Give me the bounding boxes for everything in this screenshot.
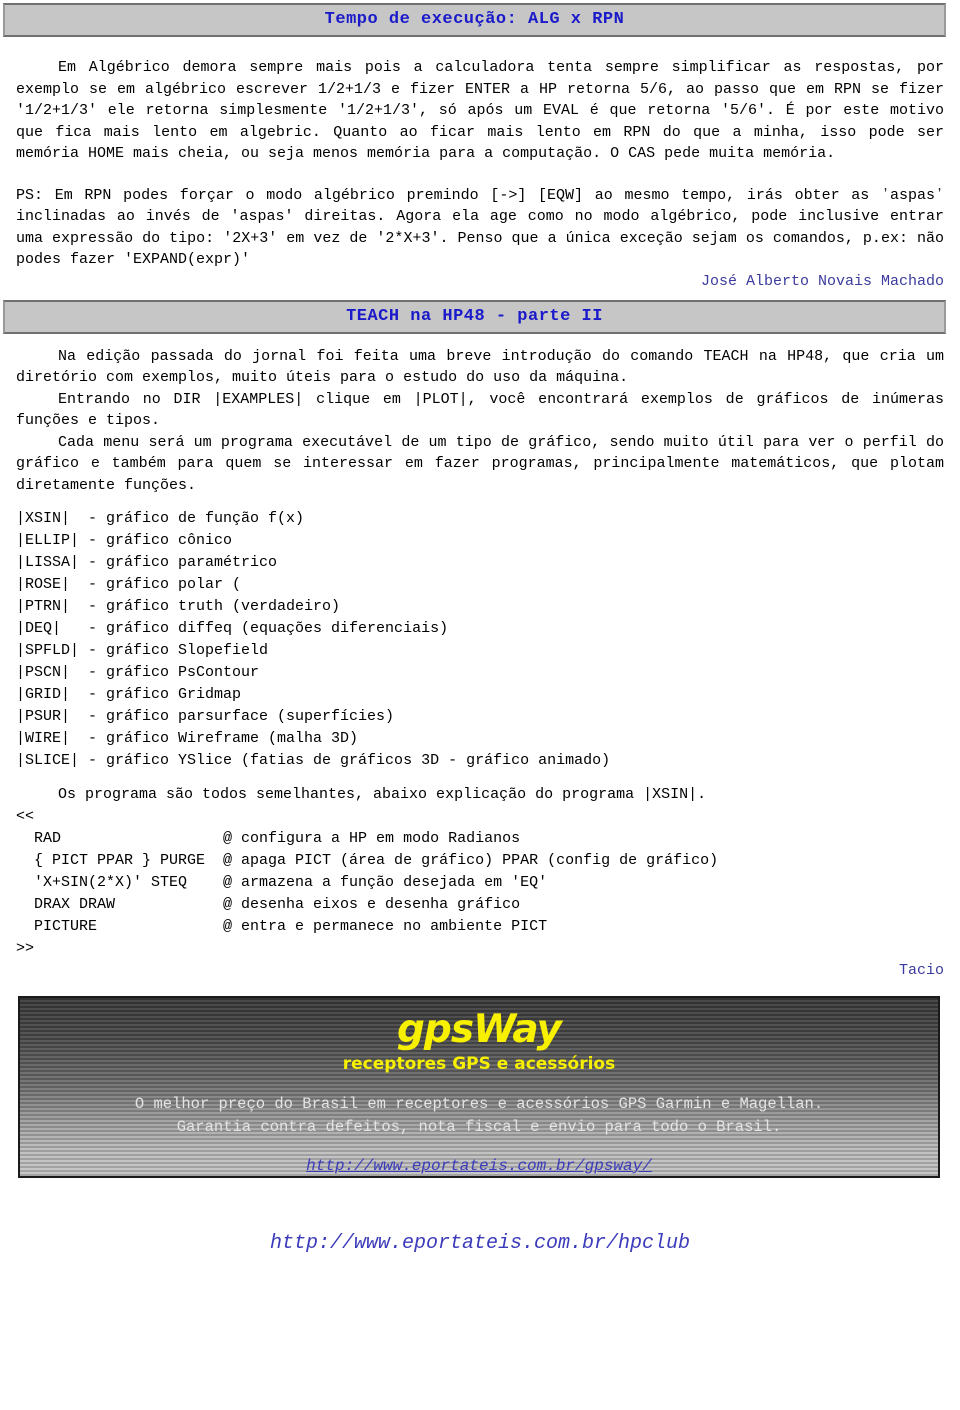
code-line: >> xyxy=(16,939,35,957)
gpsway-tagline: receptores GPS e acessórios xyxy=(342,1053,616,1074)
gpsway-description: O melhor preço do Brasil em receptores e… xyxy=(20,1093,938,1139)
code-line: 'X+SIN(2*X)' STEQ @ armazena a função de… xyxy=(16,873,548,891)
section2-paragraph-4: Os programa são todos semelhantes, abaix… xyxy=(58,786,707,803)
section-title-bar-teach-hp48: TEACH na HP48 - parte II xyxy=(3,299,946,334)
section2-signature: Tacio xyxy=(898,961,944,979)
page-footer: http://www.eportateis.com.br/hpclub xyxy=(0,1232,960,1255)
section2-paragraph-3: Cada menu será um programa executável de… xyxy=(16,433,944,494)
plot-program-item: |PSCN| - gráfico PsContour xyxy=(16,664,260,681)
section1-paragraph-1: Em Algébrico demora sempre mais pois a c… xyxy=(16,59,944,162)
plot-program-item: |PTRN| - gráfico truth (verdadeiro) xyxy=(16,598,341,615)
advertisement-banner-wrap: gpsWay receptores GPS e acessórios O mel… xyxy=(0,995,960,1178)
gpsway-description-line-1: O melhor preço do Brasil em receptores e… xyxy=(134,1094,824,1113)
section2-body-2: Os programa são todos semelhantes, abaix… xyxy=(0,784,960,806)
plot-program-item: |ELLIP| - gráfico cônico xyxy=(16,532,233,549)
plot-program-item: |DEQ| - gráfico diffeq (equações diferen… xyxy=(16,620,449,637)
gpsway-link[interactable]: http://www.eportateis.com.br/gpsway/ xyxy=(306,1157,652,1175)
section2-body: Na edição passada do jornal foi feita um… xyxy=(0,346,960,497)
gpsway-description-line-2: Garantia contra defeitos, nota fiscal e … xyxy=(176,1117,782,1136)
section2-paragraph-1: Na edição passada do jornal foi feita um… xyxy=(16,347,944,387)
section1-body: Em Algébrico demora sempre mais pois a c… xyxy=(0,57,960,271)
hpclub-link[interactable]: http://www.eportateis.com.br/hpclub xyxy=(270,1232,690,1255)
xsin-program-code: << RAD @ configura a HP em modo Radianos… xyxy=(0,806,960,960)
newsletter-page: Tempo de execução: ALG x RPN Em Algébric… xyxy=(0,3,960,1255)
code-line: PICTURE @ entra e permanece no ambiente … xyxy=(16,917,548,935)
code-line: << xyxy=(16,807,35,825)
plot-program-item: |LISSA| - gráfico paramétrico xyxy=(16,554,278,571)
section1-paragraph-2: PS: Em RPN podes forçar o modo algébrico… xyxy=(16,186,944,269)
code-line: DRAX DRAW @ desenha eixos e desenha gráf… xyxy=(16,895,521,913)
plot-program-item: |WIRE| - gráfico Wireframe (malha 3D) xyxy=(16,730,359,747)
section-title-text: Tempo de execução: ALG x RPN xyxy=(324,10,625,29)
section-title-bar-alg-rpn: Tempo de execução: ALG x RPN xyxy=(3,3,946,37)
plot-program-item: |XSIN| - gráfico de função f(x) xyxy=(16,510,305,527)
plot-program-item: |SLICE| - gráfico YSlice (fatias de gráf… xyxy=(16,752,611,769)
section2-paragraph-2: Entrando no DIR |EXAMPLES| clique em |PL… xyxy=(16,390,944,430)
gpsway-banner-content: gpsWay receptores GPS e acessórios O mel… xyxy=(20,998,938,1175)
plot-program-item: |SPFLD| - gráfico Slopefield xyxy=(16,642,269,659)
section1-signature: José Alberto Novais Machado xyxy=(700,272,944,290)
plot-program-item: |ROSE| - gráfico polar ( xyxy=(16,576,242,593)
plot-program-item: |PSUR| - gráfico parsurface (superfícies… xyxy=(16,708,395,725)
code-line: RAD @ configura a HP em modo Radianos xyxy=(16,829,521,847)
plot-program-list: |XSIN| - gráfico de função f(x) |ELLIP| -… xyxy=(0,508,960,772)
gpsway-banner[interactable]: gpsWay receptores GPS e acessórios O mel… xyxy=(18,995,940,1178)
code-line: { PICT PPAR } PURGE @ apaga PICT (área d… xyxy=(16,851,719,869)
plot-program-item: |GRID| - gráfico Gridmap xyxy=(16,686,242,703)
section-title-text: TEACH na HP48 - parte II xyxy=(346,306,603,326)
gpsway-logo: gpsWay xyxy=(397,1006,562,1052)
